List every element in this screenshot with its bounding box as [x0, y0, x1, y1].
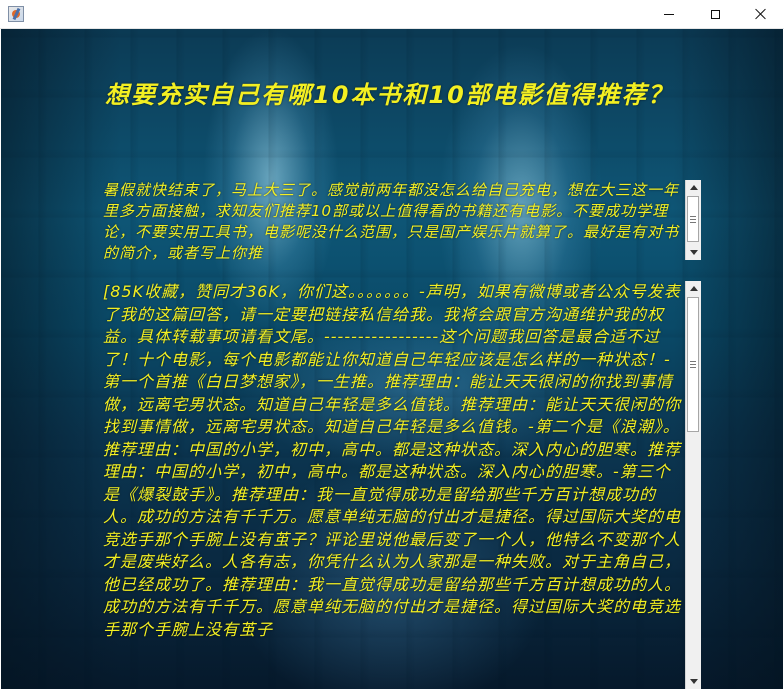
question-title: 想要充实自己有哪10本书和10部电影值得推荐？	[105, 81, 674, 109]
scroll-up-button[interactable]	[686, 180, 701, 195]
close-button[interactable]	[738, 0, 784, 28]
close-icon	[755, 8, 767, 20]
grip-icon	[690, 361, 696, 368]
grip-icon	[690, 215, 696, 223]
chevron-up-icon	[689, 185, 698, 190]
answer-text: [85K收藏，赞同才36K，你们这。。。。。。。-声明，如果有微博或者公众号发表…	[103, 282, 682, 639]
minimize-button[interactable]	[646, 0, 692, 28]
question-description-panel: 暑假就快结束了，马上大三了。感觉前两年都没怎么给自己充电，想在大三这一年里多方面…	[103, 180, 701, 260]
scroll-down-button[interactable]	[686, 245, 701, 260]
java-cup-icon[interactable]	[8, 6, 24, 22]
title-bar[interactable]	[0, 0, 784, 29]
content-area: 想要充实自己有哪10本书和10部电影值得推荐？ 暑假就快结束了，马上大三了。感觉…	[1, 29, 783, 689]
question-description-text: 暑假就快结束了，马上大三了。感觉前两年都没怎么给自己充电，想在大三这一年里多方面…	[103, 181, 680, 260]
maximize-icon	[710, 9, 720, 19]
answer-scrollbar[interactable]	[685, 281, 701, 689]
app-window: 想要充实自己有哪10本书和10部电影值得推荐？ 暑假就快结束了，马上大三了。感觉…	[0, 0, 784, 689]
chevron-down-icon	[689, 679, 698, 684]
chevron-down-icon	[689, 250, 698, 255]
answer-panel: [85K收藏，赞同才36K，你们这。。。。。。。-声明，如果有微博或者公众号发表…	[103, 281, 701, 689]
scroll-down-button[interactable]	[686, 674, 701, 689]
scroll-thumb[interactable]	[687, 297, 699, 432]
description-scrollbar[interactable]	[685, 180, 701, 260]
scroll-thumb[interactable]	[687, 196, 699, 242]
chevron-up-icon	[689, 286, 698, 291]
scroll-up-button[interactable]	[686, 281, 701, 296]
maximize-button[interactable]	[692, 0, 738, 28]
minimize-icon	[664, 13, 674, 15]
